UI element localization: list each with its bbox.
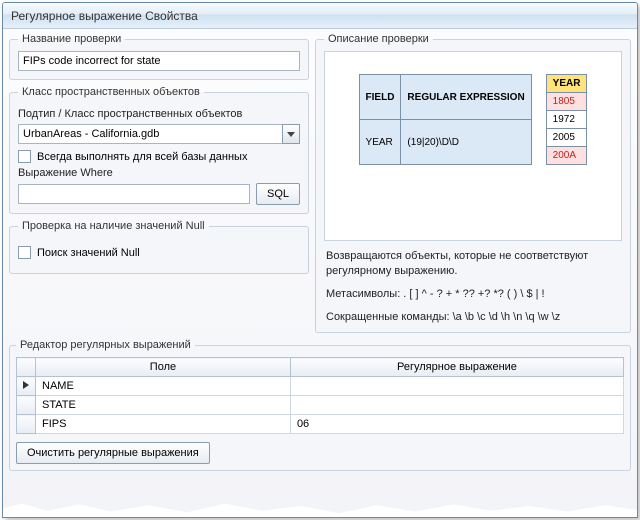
- cell-regex[interactable]: 06: [290, 415, 623, 434]
- clear-regex-button[interactable]: Очистить регулярные выражения: [16, 442, 210, 464]
- diagram-table-year: YEAR 1805 1972 2005 200A: [546, 74, 588, 165]
- diag-r2: (19|20)\D\D: [401, 120, 531, 165]
- where-label: Выражение Where: [18, 167, 300, 179]
- year-v4: 200A: [546, 147, 587, 165]
- legend-description: Описание проверки: [324, 33, 433, 45]
- desc-line3: Сокращенные команды: \a \b \c \d \h \n \…: [326, 310, 620, 325]
- description-illustration: FIELD REGULAR EXPRESSION YEAR (19|20)\D\…: [324, 51, 622, 241]
- desc-line2: Метасимволы: . [ ] ^ - ? + * ?? +? *? ( …: [326, 287, 620, 302]
- grid-col-field: Поле: [36, 358, 291, 377]
- dialog-window: Регулярное выражение Свойства Название п…: [2, 2, 638, 518]
- diagram-table-regex: FIELD REGULAR EXPRESSION YEAR (19|20)\D\…: [359, 74, 532, 165]
- content-area: Название проверки Класс пространственных…: [3, 29, 637, 333]
- cell-regex[interactable]: [290, 396, 623, 415]
- always-run-row[interactable]: Всегда выполнять для всей базы данных: [18, 150, 300, 163]
- where-input[interactable]: [18, 184, 250, 204]
- year-v1: 1805: [546, 93, 587, 111]
- diag-h1: FIELD: [359, 75, 401, 120]
- desc-line1: Возвращаются объекты, которые не соответ…: [326, 249, 620, 279]
- year-hdr: YEAR: [546, 75, 587, 93]
- cell-field[interactable]: NAME: [36, 377, 291, 396]
- group-editor: Редактор регулярных выражений Поле Регул…: [9, 339, 631, 471]
- group-null-check: Проверка на наличие значений Null Поиск …: [9, 220, 309, 274]
- grid-corner: [17, 358, 36, 377]
- feature-class-combo-button[interactable]: [282, 124, 300, 144]
- diag-r1: YEAR: [359, 120, 401, 165]
- regex-editor: Редактор регулярных выражений Поле Регул…: [9, 339, 631, 471]
- left-column: Название проверки Класс пространственных…: [9, 33, 309, 333]
- legend-feature-class: Класс пространственных объектов: [18, 86, 204, 98]
- row-indicator: [17, 396, 36, 415]
- search-null-checkbox[interactable]: [18, 246, 31, 259]
- group-description: Описание проверки FIELD REGULAR EXPRESSI…: [315, 33, 631, 333]
- legend-editor: Редактор регулярных выражений: [16, 339, 195, 351]
- year-v3: 2005: [546, 129, 587, 147]
- table-row[interactable]: NAME: [17, 377, 624, 396]
- feature-class-combo[interactable]: UrbanAreas - California.gdb: [18, 124, 300, 144]
- search-null-label: Поиск значений Null: [37, 247, 140, 259]
- grid-col-regex: Регулярное выражение: [290, 358, 623, 377]
- row-indicator: [17, 377, 36, 396]
- group-check-name: Название проверки: [9, 33, 309, 80]
- chevron-down-icon: [287, 132, 295, 137]
- legend-null-check: Проверка на наличие значений Null: [18, 220, 209, 232]
- table-row[interactable]: STATE: [17, 396, 624, 415]
- window-title: Регулярное выражение Свойства: [11, 9, 198, 23]
- year-v2: 1972: [546, 111, 587, 129]
- cell-field[interactable]: STATE: [36, 396, 291, 415]
- right-column: Описание проверки FIELD REGULAR EXPRESSI…: [315, 33, 631, 333]
- legend-check-name: Название проверки: [18, 33, 125, 45]
- cell-field[interactable]: FIPS: [36, 415, 291, 434]
- table-row[interactable]: FIPS 06: [17, 415, 624, 434]
- check-name-input[interactable]: [18, 51, 300, 71]
- always-run-checkbox[interactable]: [18, 150, 31, 163]
- row-indicator: [17, 415, 36, 434]
- feature-class-combo-text: UrbanAreas - California.gdb: [18, 124, 282, 144]
- sql-button[interactable]: SQL: [256, 183, 300, 205]
- regex-grid[interactable]: Поле Регулярное выражение NAME STATE FIP…: [16, 357, 624, 434]
- cell-regex[interactable]: [290, 377, 623, 396]
- triangle-right-icon: [23, 381, 29, 389]
- always-run-label: Всегда выполнять для всей базы данных: [37, 151, 247, 163]
- group-feature-class: Класс пространственных объектов Подтип /…: [9, 86, 309, 214]
- titlebar: Регулярное выражение Свойства: [3, 3, 637, 29]
- torn-edge-decoration: [3, 502, 637, 518]
- subtype-label: Подтип / Класс пространственных объектов: [18, 108, 300, 120]
- search-null-row[interactable]: Поиск значений Null: [18, 246, 300, 259]
- feature-class-combo-value: UrbanAreas - California.gdb: [23, 128, 159, 140]
- diag-h2: REGULAR EXPRESSION: [401, 75, 531, 120]
- grid-header-row: Поле Регулярное выражение: [17, 358, 624, 377]
